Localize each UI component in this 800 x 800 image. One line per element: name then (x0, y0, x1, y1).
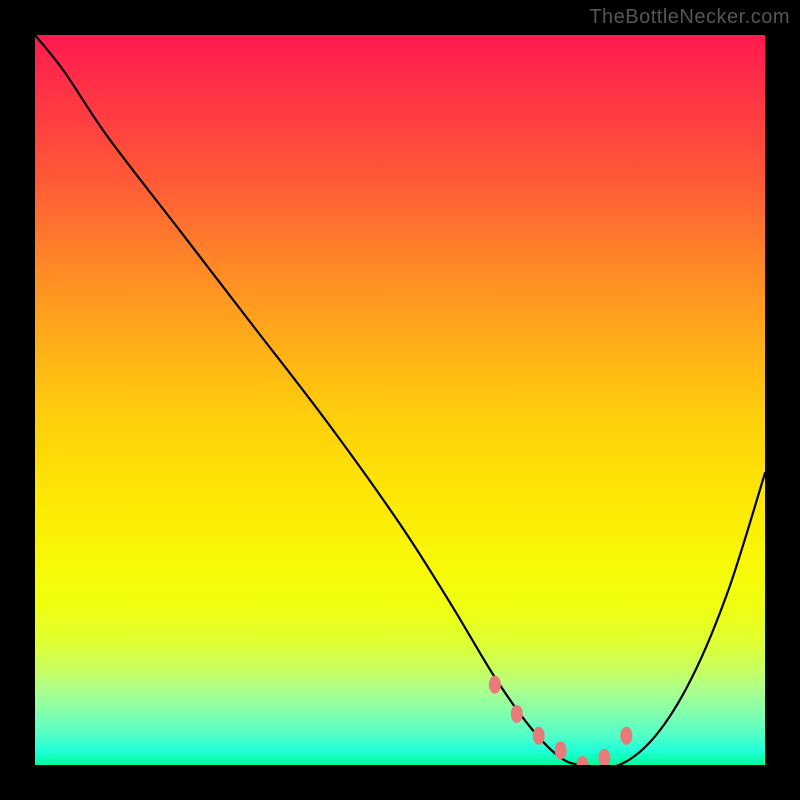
bottleneck-curve-line (35, 35, 765, 765)
marker-dot (620, 727, 632, 745)
marker-dot (533, 727, 545, 745)
marker-dot (555, 741, 567, 759)
marker-dot (598, 749, 610, 765)
marker-dots-group (489, 676, 632, 765)
marker-dot (511, 705, 523, 723)
marker-dot (577, 756, 589, 765)
chart-plot-area (35, 35, 765, 765)
watermark-text: TheBottleNecker.com (589, 6, 790, 29)
chart-svg (35, 35, 765, 765)
marker-dot (489, 676, 501, 694)
